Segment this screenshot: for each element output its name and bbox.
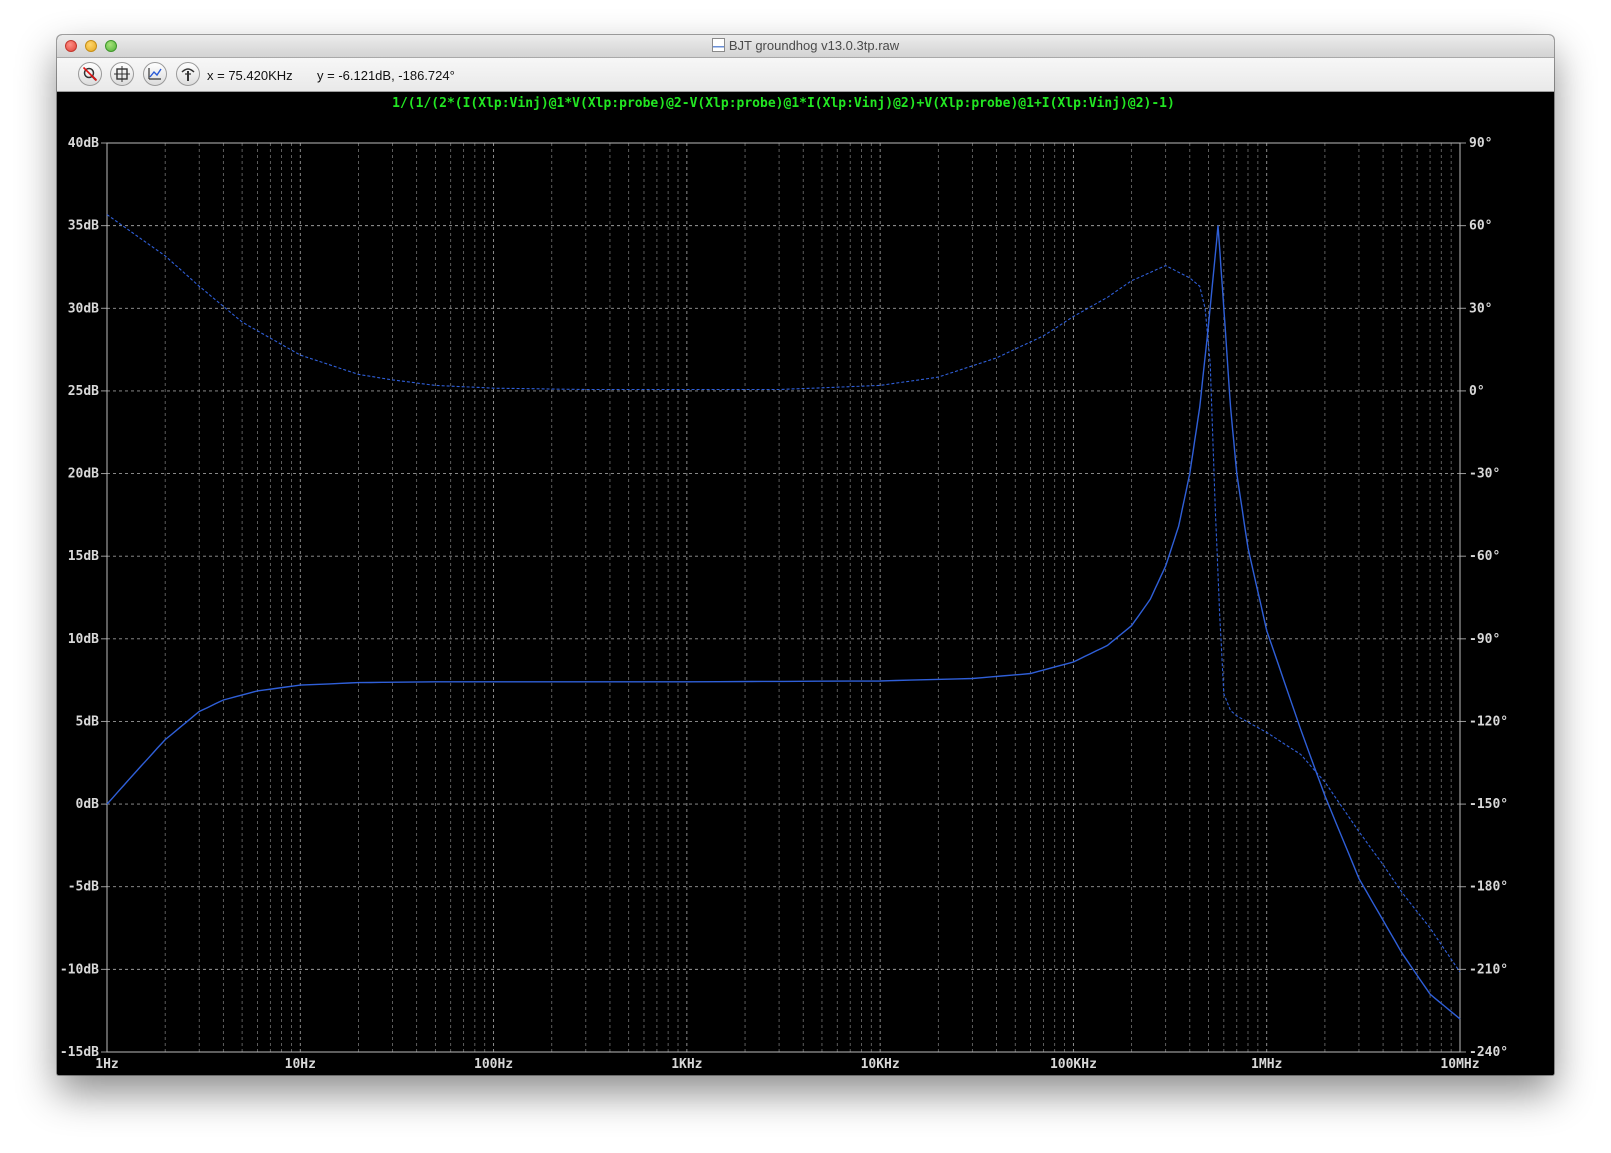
chart-title: 1/(1/(2*(I(Xlp:Vinj)@1*V(Xlp:probe)@2-V(… xyxy=(392,96,1175,111)
y-left-tick-label: 5dB xyxy=(76,714,100,729)
phase-trace[interactable] xyxy=(106,214,1461,973)
y-left-tick-label: -5dB xyxy=(68,880,99,895)
y-right-tick-label: -240° xyxy=(1469,1045,1508,1060)
y-left-tick-label: 15dB xyxy=(68,549,99,564)
x-tick-label: 10Hz xyxy=(285,1057,316,1072)
x-tick-label: 100KHz xyxy=(1050,1057,1097,1072)
y-right-tick-label: 90° xyxy=(1469,136,1492,151)
magnitude-trace[interactable] xyxy=(106,225,1461,1020)
y-right-tick-label: -150° xyxy=(1469,797,1508,812)
y-left-tick-label: 40dB xyxy=(68,136,99,151)
x-tick-label: 1KHz xyxy=(671,1057,702,1072)
x-tick-label: 10KHz xyxy=(861,1057,900,1072)
y-right-tick-label: -90° xyxy=(1469,632,1500,647)
probe-button[interactable] xyxy=(176,62,200,86)
zoom-cancel-button[interactable] xyxy=(78,62,102,86)
window-title: BJT groundhog v13.0.3tp.raw xyxy=(57,38,1554,53)
zoom-fit-icon xyxy=(114,66,130,82)
y-right-tick-label: -180° xyxy=(1469,880,1508,895)
bode-chart[interactable]: 1/(1/(2*(I(Xlp:Vinj)@1*V(Xlp:probe)@2-V(… xyxy=(57,92,1554,1075)
zoom-fit-button[interactable] xyxy=(110,62,134,86)
autorange-button[interactable] xyxy=(143,62,167,86)
x-tick-label: 1MHz xyxy=(1251,1057,1282,1072)
y-right-tick-label: 0° xyxy=(1469,384,1485,399)
x-tick-label: 100Hz xyxy=(474,1057,513,1072)
y-right-tick-label: -210° xyxy=(1469,962,1508,977)
y-right-tick-label: 30° xyxy=(1469,301,1492,316)
cursor-x-readout: x = 75.420KHz xyxy=(207,68,293,83)
title-bar: BJT groundhog v13.0.3tp.raw xyxy=(57,35,1554,58)
y-left-tick-label: 25dB xyxy=(68,384,99,399)
toolbar: x = 75.420KHz y = -6.121dB, -186.724° xyxy=(57,58,1554,92)
y-left-tick-label: 20dB xyxy=(68,467,99,482)
y-right-tick-label: -60° xyxy=(1469,549,1500,564)
y-left-tick-label: 10dB xyxy=(68,632,99,647)
plot-frame xyxy=(106,142,1461,1053)
plot-window: BJT groundhog v13.0.3tp.raw x = 75.420KH… xyxy=(57,35,1554,1075)
waveform-plot-area[interactable]: 1/(1/(2*(I(Xlp:Vinj)@1*V(Xlp:probe)@2-V(… xyxy=(57,92,1554,1075)
probe-icon xyxy=(181,68,195,81)
y-right-tick-label: 60° xyxy=(1469,219,1492,234)
raw-file-icon xyxy=(711,38,725,52)
window-title-text: BJT groundhog v13.0.3tp.raw xyxy=(728,38,900,53)
y-left-tick-label: -10dB xyxy=(60,962,99,977)
cursor-y-readout: y = -6.121dB, -186.724° xyxy=(317,68,455,83)
autorange-icon xyxy=(148,68,162,80)
y-right-tick-label: -120° xyxy=(1469,714,1508,729)
y-left-tick-label: 30dB xyxy=(68,301,99,316)
zoom-cancel-icon xyxy=(82,66,98,82)
y-right-tick-label: -30° xyxy=(1469,467,1500,482)
y-left-tick-label: 0dB xyxy=(76,797,100,812)
y-left-tick-label: 35dB xyxy=(68,219,99,234)
y-left-tick-label: -15dB xyxy=(60,1045,99,1060)
